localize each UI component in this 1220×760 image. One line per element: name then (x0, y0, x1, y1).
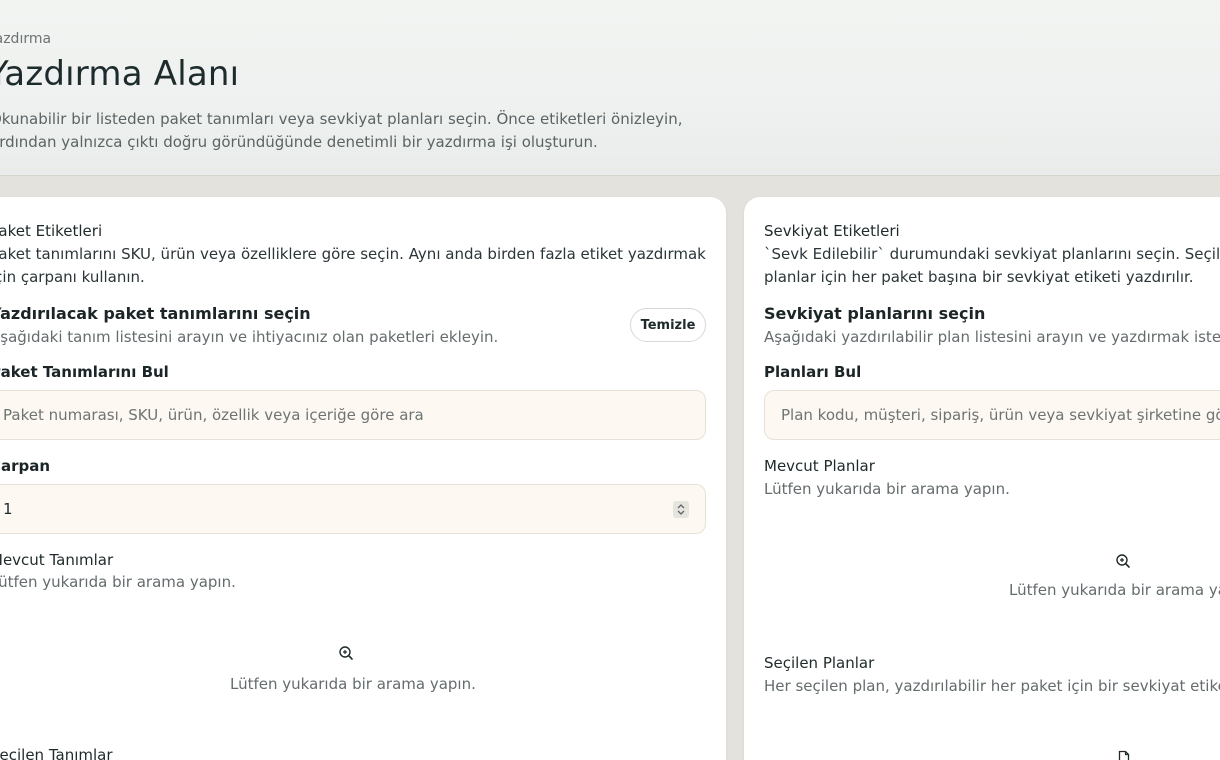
section-subtitle: Aşağıdaki yazdırılabilir plan listesini … (764, 328, 1220, 346)
package-labels-card: Paket Etiketleri Paket tanımlarını SKU, … (0, 197, 726, 760)
package-search-input[interactable]: Paket numarası, SKU, ürün, özellik veya … (0, 390, 706, 440)
card-description: Paket tanımlarını SKU, ürün veya özellik… (0, 245, 706, 286)
breadcrumb[interactable]: Yazdırma (0, 31, 51, 47)
section-subtitle: Aşağıdaki tanım listesini arayın ve ihti… (0, 328, 499, 346)
plan-search-input[interactable]: Plan kodu, müşteri, sipariş, ürün veya s… (764, 390, 1220, 440)
shipment-labels-card: Sevkiyat Etiketleri `Sevk Edilebilir` du… (744, 197, 1220, 760)
empty-state-text: Lütfen yukarıda bir arama yapın. (230, 675, 476, 693)
card-title: Sevkiyat Etiketleri (764, 222, 900, 240)
clear-button[interactable]: Temizle (630, 308, 706, 342)
available-plans-title: Mevcut Planlar (764, 457, 875, 475)
search-label: Planları Bul (764, 363, 862, 381)
available-definitions-title: Mevcut Tanımlar (0, 551, 114, 569)
multiplier-value: 1 (3, 500, 13, 518)
chevron-up-down-icon[interactable] (673, 501, 689, 518)
page-title: Yazdırma Alanı (0, 54, 240, 94)
search-label: Paket Tanımlarını Bul (0, 363, 169, 381)
print-area-page: Yazdırma Yazdırma Alanı Okunabilir bir l… (0, 0, 1220, 760)
selected-plans-title: Seçilen Planlar (764, 654, 875, 672)
selected-definitions-title: Seçilen Tanımlar (0, 746, 113, 760)
multiplier-input[interactable]: 1 (0, 484, 706, 534)
section-title: Yazdırılacak paket tanımlarını seçin (0, 304, 311, 323)
available-plans-subtitle: Lütfen yukarıda bir arama yapın. (764, 480, 1010, 498)
available-definitions-subtitle: Lütfen yukarıda bir arama yapın. (0, 573, 236, 591)
page-description: Okunabilir bir listeden paket tanımları … (0, 110, 683, 151)
zoom-search-icon (1115, 553, 1131, 573)
card-title: Paket Etiketleri (0, 222, 103, 240)
zoom-search-icon (338, 645, 354, 665)
search-placeholder: Plan kodu, müşteri, sipariş, ürün veya s… (781, 406, 1220, 424)
multiplier-label: Çarpan (0, 457, 51, 475)
document-icon (1116, 750, 1132, 760)
search-placeholder: Paket numarası, SKU, ürün, özellik veya … (3, 406, 424, 424)
selected-plans-subtitle: Her seçilen plan, yazdırılabilir her pak… (764, 677, 1220, 695)
section-title: Sevkiyat planlarını seçin (764, 304, 986, 323)
page-header: Yazdırma Yazdırma Alanı Okunabilir bir l… (0, 0, 1220, 176)
card-description: `Sevk Edilebilir` durumundaki sevkiyat p… (764, 245, 1220, 286)
empty-state-text: Lütfen yukarıda bir arama yapın. (1009, 581, 1220, 599)
